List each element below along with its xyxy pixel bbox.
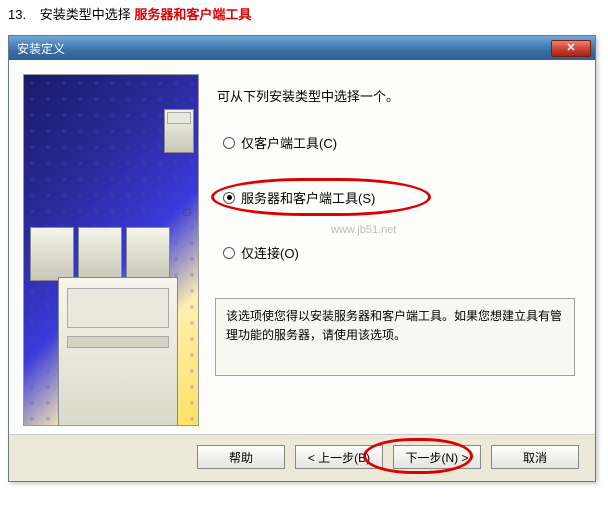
content-heading: 可从下列安装类型中选择一个。: [217, 86, 575, 105]
description-text: 该选项使您得以安装服务器和客户端工具。如果您想建立具有管理功能的服务器，请使用该…: [226, 309, 562, 342]
server-icon: [78, 227, 122, 281]
server-icon: [164, 109, 194, 153]
next-button[interactable]: 下一步(N) >: [393, 445, 481, 469]
help-button[interactable]: 帮助: [197, 445, 285, 469]
server-icon: [58, 277, 178, 426]
cancel-button[interactable]: 取消: [491, 445, 579, 469]
option-label: 服务器和客户端工具(S): [241, 188, 375, 207]
option-label: 仅连接(O): [241, 243, 299, 262]
back-button[interactable]: < 上一步(B): [295, 445, 383, 469]
server-icon: [30, 227, 74, 281]
radio-icon: [223, 192, 235, 204]
instruction-number: 13.: [8, 7, 26, 22]
window-title: 安装定义: [17, 40, 65, 57]
description-box: 该选项使您得以安装服务器和客户端工具。如果您想建立具有管理功能的服务器，请使用该…: [215, 298, 575, 376]
close-button[interactable]: ✕: [551, 40, 591, 57]
radio-icon: [223, 137, 235, 149]
option-server-client[interactable]: 服务器和客户端工具(S): [223, 188, 575, 207]
option-client-only[interactable]: 仅客户端工具(C): [223, 133, 575, 152]
option-connect-only[interactable]: 仅连接(O): [223, 243, 575, 262]
window-body: 可从下列安装类型中选择一个。 仅客户端工具(C) 服务器和客户端工具(S) ww…: [9, 60, 595, 435]
titlebar: 安装定义 ✕: [9, 36, 595, 60]
content-panel: 可从下列安装类型中选择一个。 仅客户端工具(C) 服务器和客户端工具(S) ww…: [209, 74, 581, 426]
page-instruction: 13. 安装类型中选择 服务器和客户端工具: [0, 0, 608, 29]
wizard-sidebar-image: [23, 74, 199, 426]
watermark-text: www.jb51.net: [331, 224, 396, 236]
install-options: 仅客户端工具(C) 服务器和客户端工具(S) www.jb51.net 仅连接(…: [223, 133, 575, 262]
button-bar: 帮助 < 上一步(B) 下一步(N) > 取消: [9, 435, 595, 481]
radio-icon: [223, 247, 235, 259]
instruction-prefix: 安装类型中选择: [40, 7, 131, 22]
server-icon: [126, 227, 170, 281]
installer-window: 安装定义 ✕ 可从下列安装类型中选择一个。 仅客户端工具(C): [8, 35, 596, 482]
cursor-icon: [182, 204, 200, 218]
option-label: 仅客户端工具(C): [241, 133, 337, 152]
instruction-highlight: 服务器和客户端工具: [134, 7, 251, 22]
